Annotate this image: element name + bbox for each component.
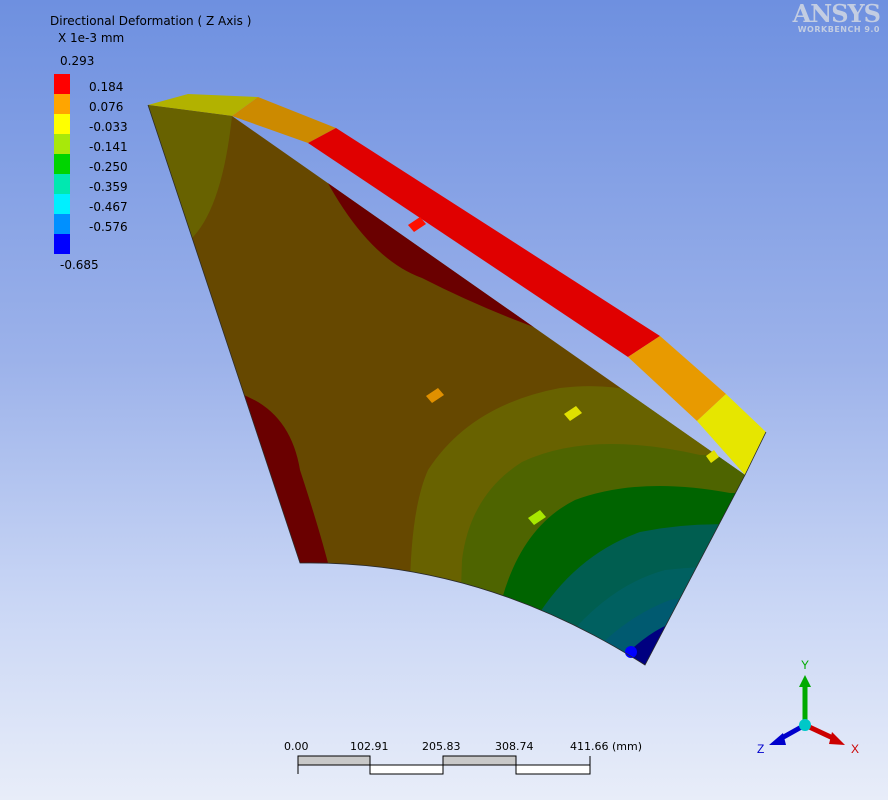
scale-segment	[515, 764, 591, 775]
y-axis-head	[799, 675, 811, 687]
scale-segment	[369, 764, 444, 775]
scale-segment	[297, 755, 371, 766]
graphics-viewport[interactable]: Directional Deformation ( Z Axis ) X 1e-…	[0, 0, 888, 800]
scale-bar-graphic	[297, 755, 591, 775]
axis-triad[interactable]: Y X Z	[755, 655, 865, 765]
triad-origin	[799, 719, 811, 731]
x-axis-head	[829, 732, 845, 745]
z-axis-label: Z	[757, 742, 764, 756]
scale-segment	[442, 755, 517, 766]
y-axis-label: Y	[801, 658, 809, 672]
x-axis-label: X	[851, 742, 859, 756]
scale-bar: 0.00 102.91 205.83 308.74 411.66 (mm)	[280, 738, 660, 788]
